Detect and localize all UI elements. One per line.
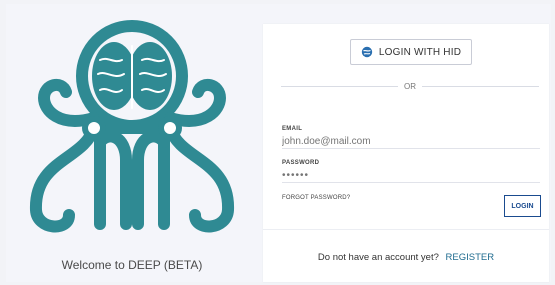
page-frame: Welcome to DEEP (BETA) LOGIN WITH HID OR…: [6, 4, 551, 282]
register-row: Do not have an account yet? REGISTER: [263, 252, 549, 263]
deep-octopus-logo-icon: [29, 20, 235, 233]
login-with-hid-button[interactable]: LOGIN WITH HID: [350, 39, 472, 65]
login-card: LOGIN WITH HID OR EMAIL PASSWORD FORGOT …: [263, 24, 549, 282]
login-button[interactable]: LOGIN: [504, 195, 541, 217]
or-separator: OR: [281, 81, 539, 91]
hid-globe-icon: [361, 46, 373, 58]
separator-text: OR: [404, 81, 416, 91]
forgot-password-link[interactable]: FORGOT PASSWORD?: [282, 195, 350, 201]
login-with-hid-label: LOGIN WITH HID: [378, 46, 462, 58]
register-link[interactable]: REGISTER: [446, 252, 495, 263]
card-divider: [263, 229, 549, 230]
email-field[interactable]: [282, 134, 540, 149]
welcome-text: Welcome to DEEP (BETA): [61, 258, 203, 272]
email-label: EMAIL: [282, 126, 303, 132]
branding-panel: Welcome to DEEP (BETA): [6, 4, 258, 282]
password-field[interactable]: [282, 168, 540, 183]
password-label: PASSWORD: [282, 160, 320, 166]
register-prompt: Do not have an account yet?: [317, 252, 439, 263]
separator-line: [281, 85, 398, 87]
separator-line: [422, 85, 539, 87]
